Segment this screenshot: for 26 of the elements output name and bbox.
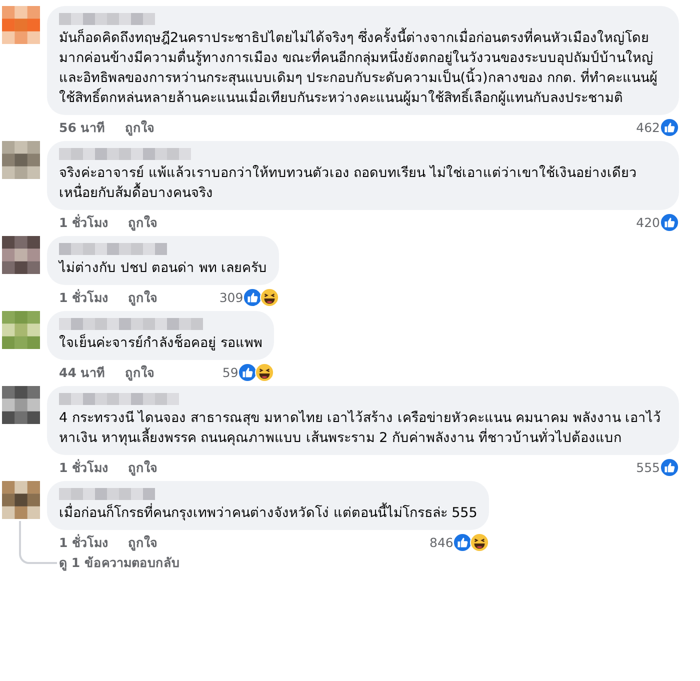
comment-time: 1 ชั่วโมง [59, 458, 108, 476]
comment-time: 1 ชั่วโมง [59, 214, 108, 232]
comment-time: 1 ชั่วโมง [59, 288, 108, 306]
reaction-count: 309 [219, 288, 244, 306]
comment-text: จริงค่ะอาจารย์ แพ้แล้วเราบอกว่าให้ทบทวนตัวเอง ถอดบทเรียน ไม่ใช่เอาแต่ว่าเขาใช้เงินอย่างเดียว เหนื่อยกับส้มดื้อบางคนจริง [59, 164, 638, 203]
reaction-count: 420 [636, 214, 660, 232]
reaction-count: 462 [636, 118, 660, 136]
like-link[interactable]: ถูกใจ [124, 364, 154, 382]
reaction-count: 846 [430, 534, 454, 552]
like-link[interactable]: ถูกใจ [128, 534, 158, 552]
reaction-count: 59 [222, 364, 238, 382]
like-link[interactable]: ถูกใจ [128, 458, 158, 476]
thread-line [19, 521, 57, 564]
comment-text: ใจเย็นค่ะจารย์กำลังช็อคอยู่ รอแพพ [59, 333, 262, 353]
reaction-count: 555 [636, 458, 660, 476]
comment-time: 56 นาที [59, 118, 105, 136]
view-replies-link[interactable]: ดู 1 ข้อความตอบกลับ [59, 554, 180, 572]
comment-text: ไม่ต่างกับ ปชป ตอนด่า พท เลยครับ [59, 259, 268, 278]
like-link[interactable]: ถูกใจ [124, 118, 154, 136]
comment-text: เมื่อก่อนก็โกรธที่คนกรุงเทพว่าคนต่างจังหวัดโง่ แต่ตอนนี้ไม่โกรธล่ะ 555 [59, 503, 478, 523]
comment-time: 44 นาที [59, 364, 105, 382]
like-link[interactable]: ถูกใจ [128, 288, 158, 306]
comment-text: 4 กระทรวงนี ไดนจอง สาธารณสุข มหาดไทย เอาไว้สร้าง เครือข่ายหัวคะแนน คมนาคม พลังงาน เอาไว้หาเงิน หาทุนเลี้ยงพรรค ถนนคุณภาพแบบ เส้นพระราม 2 กับค่าพลังงาน ที่ชาวบ้านทั่วไปต้องแบก [59, 409, 662, 448]
like-link[interactable]: ถูกใจ [128, 214, 158, 232]
comment-text: มันก็อดคิดถึงทฤษฎี2นคราประชาธิปไตยไม่ได้จริงๆ ซึ่งครั้งนี้ต่างจากเมื่อก่อนตรงที่คนหัวเมืองใหญ่โดยมากค่อนข้างมีความตื่นรู้ทางการเมือง ขณะที่คนอีกกลุ่มหนึ่งยังตกอยู่ในวังวนของระบบอุปถัมป์บ้านใหญ่และอิทธิพลของการหว่านกระสุนแบบเดิมๆ ประกอบกับระดับความเป็น(นิ้ว)กลางของ กกต. ที่ทำคะแนนผู้ใช้สิทธิ์ตกหล่นหลายล้านคะแนนเมื่อเทียบกันระหว่างคะแนนผู้มาใช้สิทธิ์เลือกผู้แทนกับลงประชามติ [59, 28, 667, 108]
comment-time: 1 ชั่วโมง [59, 534, 108, 552]
